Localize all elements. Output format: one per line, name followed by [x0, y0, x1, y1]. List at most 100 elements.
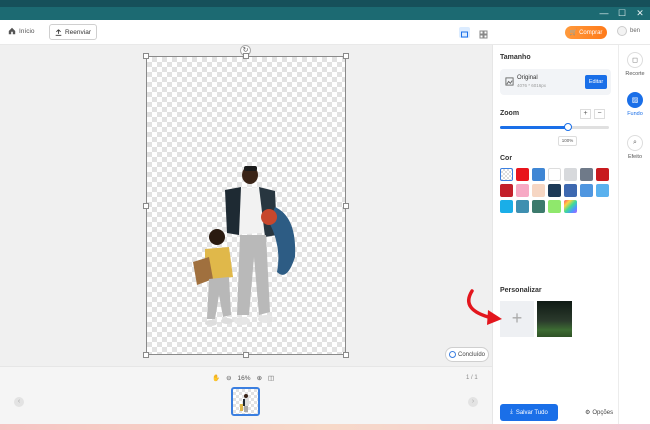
avatar — [617, 26, 627, 36]
editar-button[interactable]: Editar — [585, 75, 607, 89]
resize-handle-tr[interactable] — [343, 53, 349, 59]
single-view-button[interactable] — [459, 27, 470, 38]
maximize-button[interactable]: ☐ — [614, 7, 630, 20]
salvar-tudo-button[interactable]: ⤓ Salvar Tudo — [500, 404, 558, 421]
close-button[interactable]: ✕ — [632, 7, 648, 20]
size-card: Original 4076 * 6016px Editar — [500, 69, 611, 95]
side-item-fundo[interactable]: ▨ Fundo — [619, 92, 650, 117]
resize-handle-bottom[interactable] — [243, 352, 249, 358]
size-name: Original — [517, 75, 538, 81]
image-thumbnail[interactable] — [231, 387, 260, 416]
footer-glow — [0, 424, 650, 430]
color-swatch[interactable] — [500, 200, 513, 213]
single-view-icon — [461, 31, 468, 38]
color-swatch[interactable] — [580, 184, 593, 197]
upload-icon — [55, 28, 62, 36]
resize-handle-br[interactable] — [343, 352, 349, 358]
salvar-label: Salvar Tudo — [515, 409, 548, 416]
red-arrow-annotation — [467, 289, 502, 325]
zoom-value: 16% — [237, 374, 251, 382]
custom-color-swatch[interactable] — [564, 200, 577, 213]
concluido-button[interactable]: Concluído — [445, 347, 489, 362]
hand-icon[interactable]: ✋ — [212, 374, 220, 382]
resize-handle-tl[interactable] — [143, 53, 149, 59]
home-icon — [8, 27, 16, 35]
color-swatches — [500, 168, 613, 213]
cutout-subject — [193, 166, 296, 326]
resize-handle-right[interactable] — [343, 203, 349, 209]
home-button[interactable]: Início — [8, 27, 35, 35]
transparent-swatch[interactable] — [500, 168, 513, 181]
settings-panel: Tamanho Original 4076 * 6016px Editar Zo… — [492, 45, 618, 424]
top-toolbar: Início Reenviar 🛒 Comprar ben — [0, 20, 650, 45]
zoom-in-icon[interactable]: ⊕ — [257, 374, 262, 382]
color-swatch[interactable] — [580, 168, 593, 181]
grid-view-icon — [479, 30, 488, 39]
canvas-area: ↻ Concluído — [0, 45, 492, 366]
os-strip — [0, 0, 650, 7]
zoom-slider[interactable] — [500, 123, 609, 131]
minimize-button[interactable]: — — [596, 7, 612, 20]
color-swatch[interactable] — [532, 184, 545, 197]
color-swatch[interactable] — [516, 200, 529, 213]
side-item-label: Recorte — [625, 71, 645, 77]
side-item-efeito[interactable]: ⌕ Efeito — [619, 135, 650, 160]
compare-icon[interactable]: ◫ — [268, 374, 274, 382]
zoom-slider-fill — [500, 126, 568, 129]
color-swatch[interactable] — [548, 184, 561, 197]
cart-icon: 🛒 — [569, 30, 578, 36]
prev-arrow[interactable]: ‹ — [14, 397, 24, 407]
zoom-controls: ✋ ⊖ 16% ⊕ ◫ — [212, 374, 274, 383]
background-icon: ▨ — [627, 92, 643, 108]
reenviar-button[interactable]: Reenviar — [49, 24, 97, 40]
zoom-slider-knob[interactable] — [563, 123, 572, 131]
bottom-strip: ✋ ⊖ 16% ⊕ ◫ 1 / 1 ‹ › — [0, 366, 492, 424]
thumbnail-subject — [240, 394, 249, 412]
zoom-title: Zoom — [500, 110, 520, 117]
download-icon: ⤓ — [510, 409, 513, 415]
resize-handle-bl[interactable] — [143, 352, 149, 358]
grid-view-button[interactable] — [478, 27, 489, 39]
tamanho-title: Tamanho — [500, 54, 531, 61]
gear-icon: ⚙ — [585, 410, 591, 416]
side-item-recorte[interactable]: ◻ Recorte — [619, 52, 650, 77]
check-icon — [448, 351, 456, 358]
color-swatch[interactable] — [532, 200, 545, 213]
cor-title: Cor — [500, 155, 513, 162]
image-size-icon — [505, 77, 514, 86]
side-toolbar: ◻ Recorte ▨ Fundo ⌕ Efeito — [618, 45, 650, 424]
color-swatch[interactable] — [532, 168, 545, 181]
color-swatch[interactable] — [516, 184, 529, 197]
side-item-label: Fundo — [627, 111, 643, 117]
reenviar-label: Reenviar — [64, 28, 91, 36]
color-swatch[interactable] — [596, 168, 609, 181]
user-menu[interactable]: ben — [617, 26, 640, 36]
resize-handle-top[interactable] — [243, 53, 249, 59]
title-bar — [0, 7, 650, 20]
color-swatch[interactable] — [500, 184, 513, 197]
opcoes-label: Opções — [592, 409, 614, 416]
size-dims: 4076 * 6016px — [517, 83, 547, 88]
zoom-plus-button[interactable]: + — [580, 109, 591, 119]
page-count: 1 / 1 — [466, 375, 478, 381]
background-photo-thumbnail[interactable] — [537, 301, 572, 337]
zoom-out-icon[interactable]: ⊖ — [226, 374, 231, 382]
color-swatch[interactable] — [548, 200, 561, 213]
user-name: ben — [630, 28, 641, 34]
color-swatch[interactable] — [564, 184, 577, 197]
zoom-minus-button[interactable]: − — [594, 109, 605, 119]
crop-icon: ◻ — [627, 52, 643, 68]
color-swatch[interactable] — [564, 168, 577, 181]
next-arrow[interactable]: › — [468, 397, 478, 407]
color-swatch[interactable] — [596, 184, 609, 197]
comprar-button[interactable]: 🛒 Comprar — [565, 26, 607, 39]
opcoes-button[interactable]: ⚙ Opções — [585, 409, 614, 417]
image-frame[interactable] — [143, 53, 349, 358]
resize-handle-left[interactable] — [143, 203, 149, 209]
concluido-label: Concluído — [457, 351, 486, 358]
color-swatch[interactable] — [548, 168, 561, 181]
zoom-percent: 100% — [558, 136, 577, 146]
comprar-label: Comprar — [579, 29, 603, 36]
effect-icon: ⌕ — [627, 135, 643, 151]
color-swatch[interactable] — [516, 168, 529, 181]
